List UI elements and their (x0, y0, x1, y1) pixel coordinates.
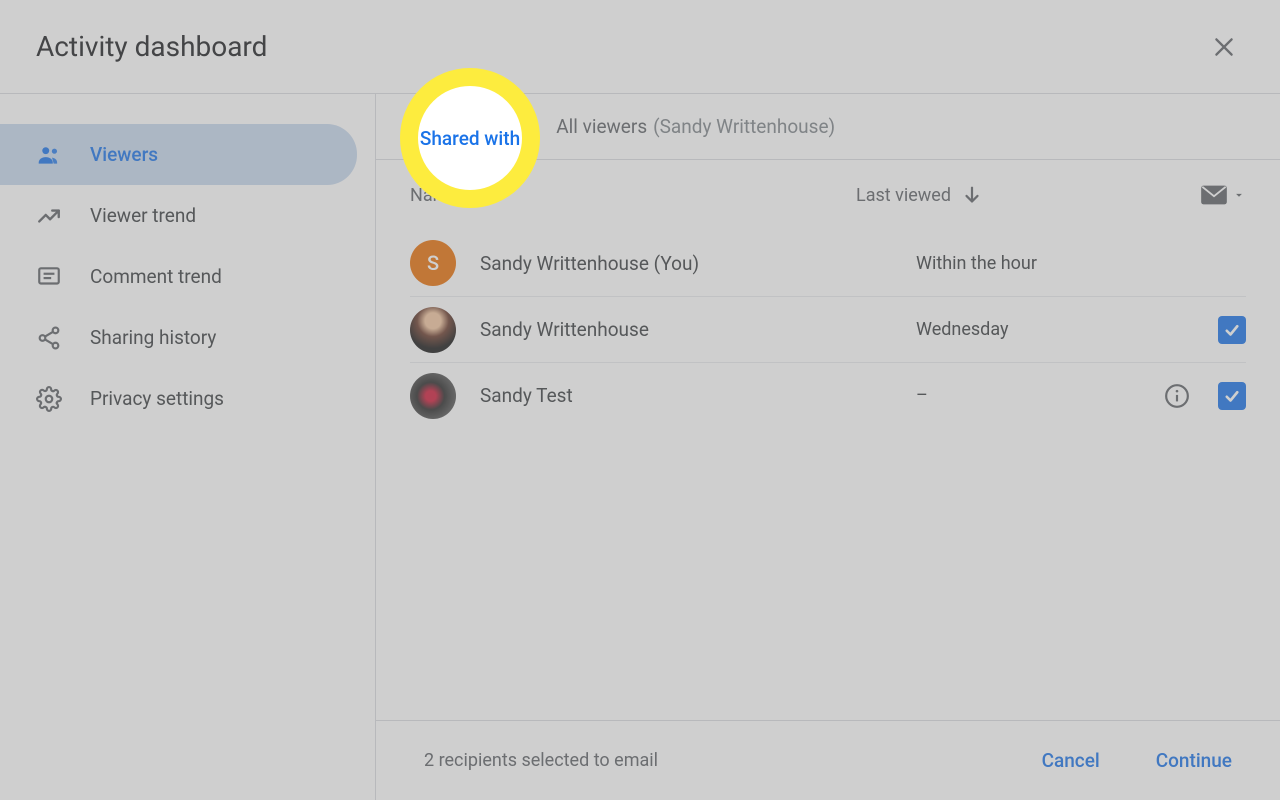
sidebar: Viewers Viewer trend Comment trend Shari… (0, 94, 375, 800)
chevron-down-icon (1232, 188, 1246, 202)
table-body: S Sandy Writtenhouse (You) Within the ho… (376, 230, 1280, 428)
col-header-last-viewed[interactable]: Last viewed (856, 184, 1136, 206)
sidebar-item-privacy-settings[interactable]: Privacy settings (0, 368, 357, 429)
page-title: Activity dashboard (36, 30, 267, 63)
check-icon (1223, 321, 1241, 339)
avatar (410, 307, 456, 353)
arrow-down-icon (961, 184, 983, 206)
tab-all-viewers[interactable]: All viewers (Sandy Writtenhouse) (556, 94, 835, 159)
avatar (410, 373, 456, 419)
main-panel: Shared with All viewers (Sandy Writtenho… (375, 94, 1280, 800)
tab-sublabel: (Sandy Writtenhouse) (653, 115, 835, 138)
avatar: S (410, 240, 456, 286)
viewer-name: Sandy Writtenhouse (You) (480, 252, 916, 275)
trend-icon (36, 203, 62, 229)
close-button[interactable] (1204, 27, 1244, 67)
dialog-header: Activity dashboard (0, 0, 1280, 94)
share-icon (36, 325, 62, 351)
comment-icon (36, 264, 62, 290)
sidebar-item-sharing-history[interactable]: Sharing history (0, 307, 357, 368)
select-checkbox[interactable] (1218, 382, 1246, 410)
sidebar-item-label: Sharing history (90, 326, 216, 349)
table-row: Sandy Writtenhouse Wednesday (410, 296, 1246, 362)
table-row: S Sandy Writtenhouse (You) Within the ho… (410, 230, 1246, 296)
sidebar-item-label: Privacy settings (90, 387, 224, 410)
footer-status: 2 recipients selected to email (424, 750, 658, 771)
sidebar-item-comment-trend[interactable]: Comment trend (0, 246, 357, 307)
last-viewed: Within the hour (916, 253, 1136, 274)
footer: 2 recipients selected to email Cancel Co… (376, 720, 1280, 800)
last-viewed: Wednesday (916, 319, 1136, 340)
col-header-label: Last viewed (856, 185, 951, 206)
tab-label: All viewers (556, 115, 647, 138)
viewer-name: Sandy Test (480, 384, 916, 407)
sidebar-item-label: Comment trend (90, 265, 222, 288)
continue-button[interactable]: Continue (1156, 749, 1232, 772)
viewer-name: Sandy Writtenhouse (480, 318, 916, 341)
close-icon (1211, 34, 1237, 60)
select-checkbox[interactable] (1218, 316, 1246, 344)
cancel-button[interactable]: Cancel (1042, 749, 1100, 772)
check-icon (1223, 387, 1241, 405)
last-viewed: – (916, 385, 1136, 406)
sidebar-item-viewer-trend[interactable]: Viewer trend (0, 185, 357, 246)
sidebar-item-label: Viewers (90, 143, 158, 166)
sidebar-item-label: Viewer trend (90, 204, 196, 227)
email-dropdown-button[interactable] (1200, 184, 1246, 206)
annotation-highlight-circle: Shared with (400, 68, 540, 208)
gear-icon (36, 386, 62, 412)
table-row: Sandy Test – (410, 362, 1246, 428)
email-icon (1200, 184, 1228, 206)
info-icon[interactable] (1164, 383, 1190, 409)
sidebar-item-viewers[interactable]: Viewers (0, 124, 357, 185)
people-icon (36, 142, 62, 168)
